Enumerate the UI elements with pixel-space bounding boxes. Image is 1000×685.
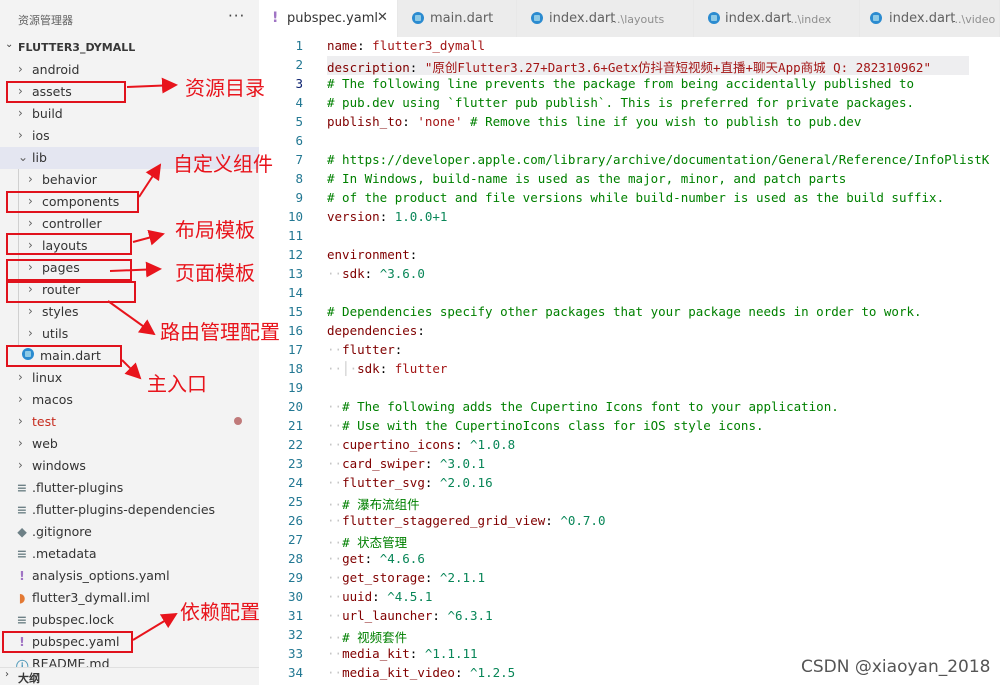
annotation-layout-templates: 布局模板 — [175, 218, 255, 242]
csdn-watermark: CSDN @xiaoyan_2018 — [801, 657, 991, 677]
annotation-router-config: 路由管理配置 — [160, 320, 280, 344]
annotation-main-entry: 主入口 — [147, 372, 207, 396]
annotation-assets-dir: 资源目录 — [185, 76, 265, 100]
annotation-dependency-config: 依赖配置 — [180, 600, 260, 624]
annotation-custom-components: 自定义组件 — [173, 152, 273, 176]
annotation-page-templates: 页面模板 — [175, 261, 255, 285]
annotation-arrows — [107, 77, 178, 641]
